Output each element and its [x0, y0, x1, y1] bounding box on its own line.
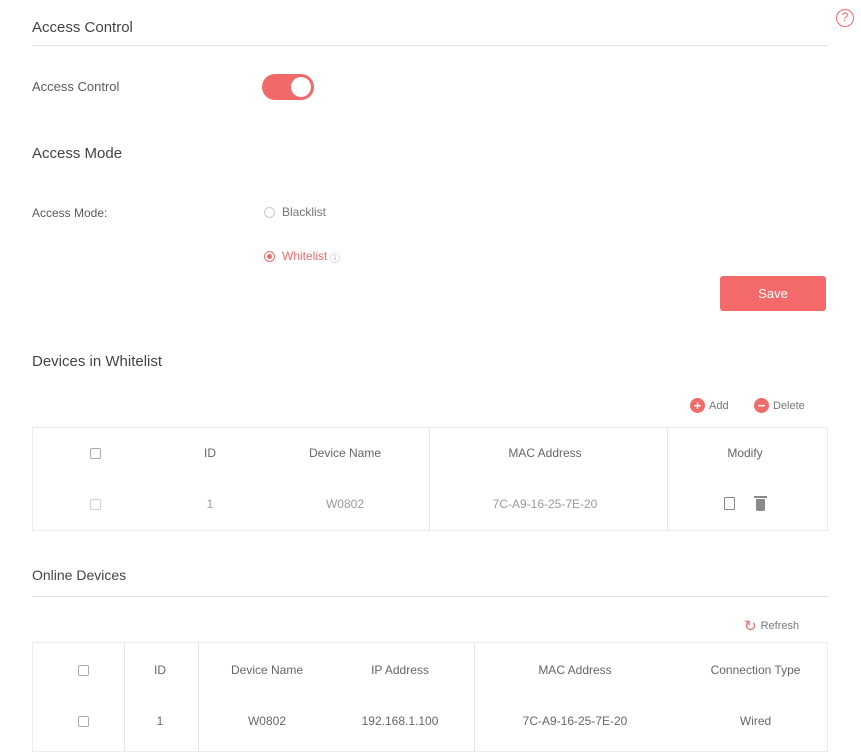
row-mac: 7C-A9-16-25-7E-20 [522, 714, 628, 728]
whitelist-table [32, 427, 828, 531]
edit-icon[interactable] [724, 497, 735, 510]
delete-icon: − [754, 398, 769, 413]
add-label: Add [709, 399, 729, 412]
row-id: 1 [206, 497, 214, 511]
col-header-device-name: Device Name [230, 663, 304, 677]
radio-blacklist-label[interactable]: Blacklist [282, 205, 326, 219]
col-header-id: ID [204, 446, 216, 460]
row-device-name: W0802 [247, 714, 287, 728]
refresh-button[interactable]: ↻ Refresh [744, 617, 799, 635]
row-mac: 7C-A9-16-25-7E-20 [492, 497, 598, 511]
access-mode-title: Access Mode [32, 145, 123, 162]
radio-whitelist[interactable] [264, 251, 275, 262]
col-header-connection-type: Connection Type [710, 663, 801, 677]
col-header-mac: MAC Address [538, 663, 612, 677]
access-control-toggle-label: Access Control [32, 79, 120, 94]
access-control-title: Access Control [32, 19, 133, 36]
column-divider [474, 642, 475, 752]
refresh-icon: ↻ [744, 618, 757, 635]
refresh-label: Refresh [760, 620, 800, 632]
select-all-checkbox[interactable] [78, 665, 89, 676]
add-button[interactable]: + Add [690, 398, 729, 413]
toggle-knob [291, 77, 311, 97]
online-devices-table [32, 642, 828, 752]
row-id: 1 [156, 714, 164, 728]
whitelist-title: Devices in Whitelist [32, 353, 163, 370]
delete-label: Delete [773, 399, 805, 412]
save-button[interactable]: Save [720, 276, 826, 311]
online-devices-title: Online Devices [32, 567, 127, 583]
row-ip: 192.168.1.100 [361, 714, 439, 728]
row-checkbox[interactable] [78, 716, 89, 727]
col-header-modify: Modify [727, 446, 763, 460]
row-device-name: W0802 [325, 497, 365, 511]
row-checkbox[interactable] [90, 499, 101, 510]
column-divider [429, 427, 430, 531]
radio-whitelist-label[interactable]: Whitelist [282, 249, 327, 263]
trash-icon[interactable] [754, 496, 767, 511]
section-divider [32, 45, 828, 46]
radio-blacklist[interactable] [264, 207, 275, 218]
delete-button[interactable]: − Delete [754, 398, 805, 413]
column-divider [124, 642, 125, 752]
add-icon: + [690, 398, 705, 413]
help-icon[interactable]: ? [836, 9, 854, 27]
section-divider [32, 596, 828, 597]
select-all-checkbox[interactable] [90, 448, 101, 459]
access-mode-field-label: Access Mode: [32, 206, 108, 220]
access-control-toggle[interactable] [262, 74, 314, 100]
col-header-ip: IP Address [371, 663, 429, 677]
column-divider [198, 642, 199, 752]
col-header-device-name: Device Name [308, 446, 382, 460]
column-divider [667, 427, 668, 531]
row-connection-type: Wired [739, 714, 772, 728]
info-icon: ⓘ [330, 254, 340, 265]
col-header-id: ID [154, 663, 166, 677]
col-header-mac: MAC Address [508, 446, 582, 460]
